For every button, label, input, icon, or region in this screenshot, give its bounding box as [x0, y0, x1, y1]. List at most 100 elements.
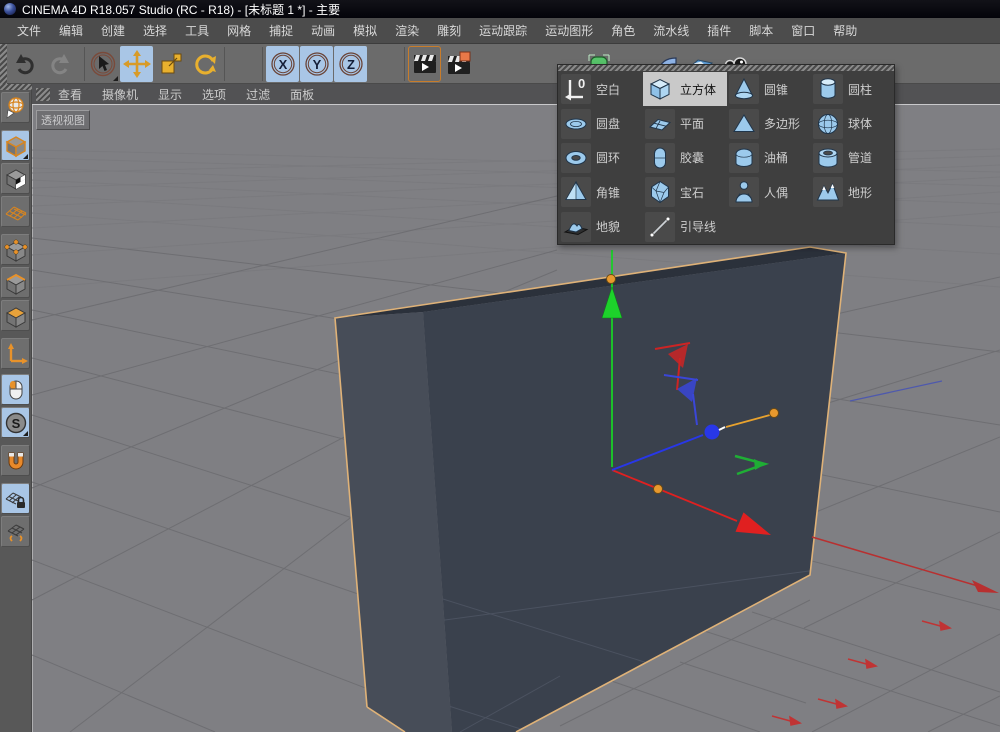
workplane-mode-button[interactable] [1, 196, 30, 227]
mode-sidebar: S [0, 84, 32, 732]
undo-button[interactable] [9, 46, 42, 82]
oil-tank-icon [729, 143, 759, 173]
viewport-menu-panel[interactable]: 面板 [290, 86, 314, 103]
sphere-icon [813, 109, 843, 139]
platonic-icon [645, 177, 675, 207]
primitive-item-plane[interactable]: 平面 [643, 106, 727, 140]
menu-snap[interactable]: 捕捉 [260, 19, 302, 42]
primitive-item-polygon[interactable]: 多边形 [727, 106, 811, 140]
points-mode-icon [4, 238, 28, 262]
primitive-item-platonic[interactable]: 宝石 [643, 175, 727, 209]
lock-y-axis-button[interactable]: Y [300, 46, 333, 82]
live-selection-button[interactable] [86, 46, 119, 82]
cube-object[interactable] [335, 247, 846, 732]
primitive-item-figure[interactable]: 人偶 [727, 175, 811, 209]
primitive-item-null[interactable]: 0 空白 [559, 72, 643, 106]
primitive-item-relief[interactable]: 地貌 [559, 210, 643, 244]
svg-text:0: 0 [578, 76, 585, 91]
primitives-grid: 0 空白 立方体 圆锥 圆柱 圆盘 平面 [559, 72, 895, 244]
enable-snap-button[interactable] [1, 445, 30, 476]
model-mode-button[interactable] [1, 130, 30, 161]
axis-x-handle-dot[interactable] [654, 485, 663, 494]
primitive-item-cone[interactable]: 圆锥 [727, 72, 811, 106]
primitive-item-guide[interactable]: 引导线 [643, 210, 727, 244]
redo-button[interactable] [42, 46, 75, 82]
menu-plugins[interactable]: 插件 [698, 19, 740, 42]
figure-icon [729, 177, 759, 207]
menu-sculpt[interactable]: 雕刻 [428, 19, 470, 42]
svg-text:Z: Z [347, 57, 355, 72]
workplane-options-button[interactable] [1, 516, 30, 547]
null-axis-icon: 0 [561, 74, 591, 104]
edges-mode-button[interactable] [1, 267, 30, 298]
lock-z-axis-button[interactable]: Z [334, 46, 367, 82]
primitive-item-sphere[interactable]: 球体 [811, 106, 895, 140]
menu-mograph[interactable]: 运动图形 [536, 19, 602, 42]
menu-motion-tracker[interactable]: 运动跟踪 [470, 19, 536, 42]
guide-icon [645, 212, 675, 242]
cube-front-face[interactable] [423, 253, 846, 732]
scale-tool-button[interactable] [154, 46, 187, 82]
menu-render[interactable]: 渲染 [386, 19, 428, 42]
capsule-icon [645, 143, 675, 173]
primitive-item-pyramid[interactable]: 角锥 [559, 175, 643, 209]
points-mode-button[interactable] [1, 234, 30, 265]
axis-y-handle-dot[interactable] [607, 275, 616, 284]
toolbar-separator [224, 47, 225, 81]
view-label[interactable]: 透视视图 [36, 110, 90, 130]
menu-file[interactable]: 文件 [8, 19, 50, 42]
menu-select[interactable]: 选择 [134, 19, 176, 42]
axis-z-arrow[interactable] [705, 425, 720, 440]
viewport-menu-filter[interactable]: 过滤 [246, 86, 270, 103]
menu-tools[interactable]: 工具 [176, 19, 218, 42]
menu-pipeline[interactable]: 流水线 [644, 19, 698, 42]
primitive-item-capsule[interactable]: 胶囊 [643, 141, 727, 175]
lock-x-axis-button[interactable]: X [266, 46, 299, 82]
pyramid-icon [561, 177, 591, 207]
menu-window[interactable]: 窗口 [782, 19, 824, 42]
menu-animate[interactable]: 动画 [302, 19, 344, 42]
viewport-menu-display[interactable]: 显示 [158, 86, 182, 103]
primitive-item-oil-tank[interactable]: 油桶 [727, 141, 811, 175]
primitive-item-tube[interactable]: 管道 [811, 141, 895, 175]
rotate-tool-button[interactable] [188, 46, 221, 82]
menu-simulate[interactable]: 模拟 [344, 19, 386, 42]
panel-drag-handle[interactable] [558, 65, 894, 71]
menu-help[interactable]: 帮助 [824, 19, 866, 42]
menu-create[interactable]: 创建 [92, 19, 134, 42]
primitive-item-landscape[interactable]: 地形 [811, 175, 895, 209]
polygons-mode-button[interactable] [1, 300, 30, 331]
lock-workplane-button[interactable] [1, 483, 30, 514]
menu-script[interactable]: 脚本 [740, 19, 782, 42]
snap-settings-button[interactable]: S [1, 407, 30, 438]
viewport-drag-handle[interactable] [36, 88, 50, 101]
title-bar[interactable]: CINEMA 4D R18.057 Studio (RC - R18) - [未… [0, 0, 1000, 18]
toolbar-separator [84, 47, 85, 81]
primitive-item-disc[interactable]: 圆盘 [559, 106, 643, 140]
render-view-button[interactable] [408, 46, 441, 82]
render-to-picture-viewer-button[interactable] [442, 46, 475, 82]
viewport-menu-view[interactable]: 查看 [58, 86, 82, 103]
menu-edit[interactable]: 编辑 [50, 19, 92, 42]
primitive-item-cylinder[interactable]: 圆柱 [811, 72, 895, 106]
make-editable-icon [4, 96, 28, 120]
menu-mesh[interactable]: 网格 [218, 19, 260, 42]
menu-character[interactable]: 角色 [602, 19, 644, 42]
toolbar-drag-handle[interactable] [0, 44, 7, 84]
lock-grid-icon [4, 487, 28, 511]
primitive-item-torus[interactable]: 圆环 [559, 141, 643, 175]
sidebar-drag-handle[interactable] [0, 84, 32, 90]
viewport-solo-button[interactable] [1, 374, 30, 405]
make-editable-button[interactable] [1, 92, 30, 123]
svg-text:S: S [11, 416, 20, 431]
axis-mode-button[interactable] [1, 338, 30, 369]
move-tool-button[interactable] [120, 46, 153, 82]
svg-text:X: X [278, 57, 287, 72]
primitive-item-cube[interactable]: 立方体 [643, 72, 727, 106]
texture-mode-button[interactable] [1, 163, 30, 194]
world-axes [812, 381, 999, 593]
scale-handle-dot[interactable] [770, 409, 779, 418]
viewport-menu-options[interactable]: 选项 [202, 86, 226, 103]
viewport-menu-cameras[interactable]: 摄像机 [102, 86, 138, 103]
disc-icon [561, 109, 591, 139]
